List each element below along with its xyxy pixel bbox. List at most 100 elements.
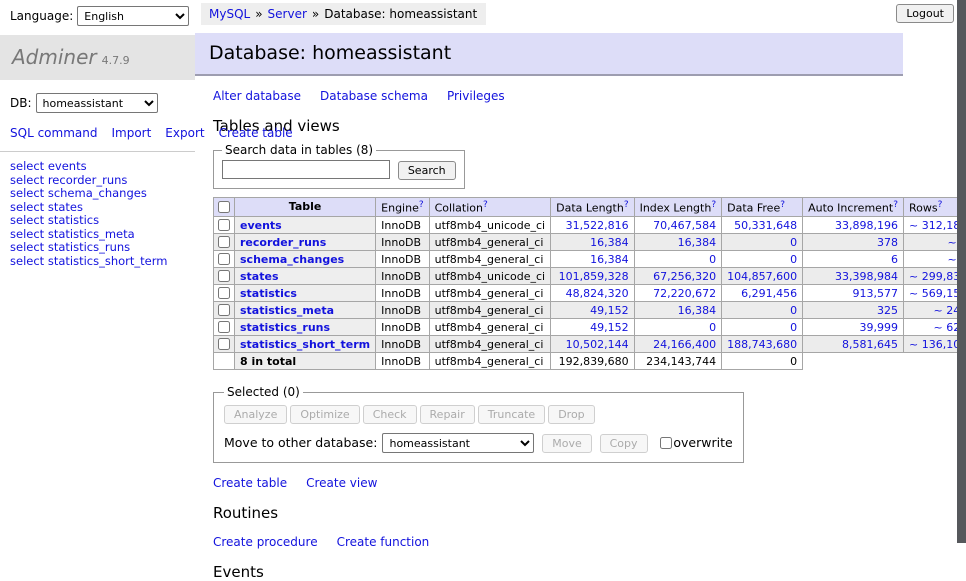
- search-button[interactable]: Search: [398, 161, 456, 180]
- data-free-link[interactable]: 104,857,600: [727, 270, 797, 283]
- table-name-link[interactable]: events: [240, 219, 282, 232]
- sidebar-item-recorder-runs[interactable]: select recorder_runs: [10, 174, 195, 188]
- copy-button[interactable]: Copy: [600, 434, 648, 453]
- privileges-link[interactable]: Privileges: [447, 89, 505, 103]
- index-length-link[interactable]: 16,384: [678, 304, 717, 317]
- index-length-link[interactable]: 0: [709, 321, 716, 334]
- index-length-link[interactable]: 72,220,672: [653, 287, 716, 300]
- data-length-link[interactable]: 101,859,328: [559, 270, 629, 283]
- table-name-link[interactable]: recorder_runs: [240, 236, 326, 249]
- table-name-link[interactable]: statistics_meta: [240, 304, 334, 317]
- index-length-link[interactable]: 0: [709, 253, 716, 266]
- breadcrumb-item-mysql[interactable]: MySQL: [209, 7, 250, 21]
- data-length-link[interactable]: 31,522,816: [566, 219, 629, 232]
- repair-button[interactable]: Repair: [420, 405, 475, 424]
- column-help-link[interactable]: ?: [711, 200, 716, 210]
- data-free-link[interactable]: 6,291,456: [741, 287, 797, 300]
- column-help-link[interactable]: ?: [893, 200, 898, 210]
- table-name-link[interactable]: schema_changes: [240, 253, 344, 266]
- row-checkbox-cell: [214, 268, 235, 285]
- row-checkbox[interactable]: [218, 338, 230, 350]
- data-length-link[interactable]: 16,384: [590, 236, 629, 249]
- select-all-checkbox[interactable]: [218, 201, 230, 213]
- row-checkbox[interactable]: [218, 287, 230, 299]
- data-length-link[interactable]: 48,824,320: [566, 287, 629, 300]
- auto-increment-link[interactable]: 39,999: [860, 321, 899, 334]
- sidebar-action-create-table[interactable]: Create table: [219, 126, 293, 140]
- engine-cell: InnoDB: [376, 302, 429, 319]
- logout-button[interactable]: Logout: [896, 4, 954, 23]
- sidebar-item-schema-changes[interactable]: select schema_changes: [10, 187, 195, 201]
- sidebar-item-statistics-short-term[interactable]: select statistics_short_term: [10, 255, 195, 269]
- analyze-button[interactable]: Analyze: [224, 405, 287, 424]
- optimize-button[interactable]: Optimize: [290, 405, 359, 424]
- database-schema-link[interactable]: Database schema: [320, 89, 428, 103]
- vertical-scrollbar[interactable]: [957, 0, 966, 543]
- sidebar-item-statistics[interactable]: select statistics: [10, 214, 195, 228]
- column-help-link[interactable]: ?: [780, 200, 785, 210]
- row-checkbox[interactable]: [218, 236, 230, 248]
- db-label: DB:: [10, 96, 32, 110]
- data-free-link[interactable]: 50,331,648: [734, 219, 797, 232]
- row-checkbox[interactable]: [218, 270, 230, 282]
- sidebar-action-import[interactable]: Import: [111, 126, 151, 140]
- index-length-link[interactable]: 67,256,320: [653, 270, 716, 283]
- sidebar-action-sql-command[interactable]: SQL command: [10, 126, 97, 140]
- index-length-link[interactable]: 16,384: [678, 236, 717, 249]
- data-free-link[interactable]: 0: [790, 304, 797, 317]
- overwrite-checkbox[interactable]: [660, 437, 672, 449]
- table-name-link[interactable]: statistics_short_term: [240, 338, 370, 351]
- breadcrumb-item-server[interactable]: Server: [268, 7, 307, 21]
- index-length-cell: 24,166,400: [634, 336, 722, 353]
- sidebar-item-statistics-meta[interactable]: select statistics_meta: [10, 228, 195, 242]
- engine-cell: InnoDB: [376, 217, 429, 234]
- truncate-button[interactable]: Truncate: [478, 405, 545, 424]
- create-procedure-link[interactable]: Create procedure: [213, 535, 318, 549]
- auto-increment-link[interactable]: 913,577: [853, 287, 899, 300]
- data-free-link[interactable]: 188,743,680: [727, 338, 797, 351]
- row-checkbox[interactable]: [218, 321, 230, 333]
- row-checkbox[interactable]: [218, 219, 230, 231]
- data-free-link[interactable]: 0: [790, 321, 797, 334]
- table-name-link[interactable]: states: [240, 270, 279, 283]
- auto-increment-link[interactable]: 325: [877, 304, 898, 317]
- move-button[interactable]: Move: [542, 434, 592, 453]
- auto-increment-link[interactable]: 33,898,196: [835, 219, 898, 232]
- row-checkbox[interactable]: [218, 304, 230, 316]
- table-name-link[interactable]: statistics: [240, 287, 297, 300]
- table-row-events: eventsInnoDButf8mb4_unicode_ci31,522,816…: [214, 217, 966, 234]
- create-table-link[interactable]: Create table: [213, 476, 287, 490]
- index-length-link[interactable]: 24,166,400: [653, 338, 716, 351]
- sidebar-item-events[interactable]: select events: [10, 160, 195, 174]
- table-name-link[interactable]: statistics_runs: [240, 321, 330, 334]
- data-free-link[interactable]: 0: [790, 236, 797, 249]
- auto-increment-link[interactable]: 33,398,984: [835, 270, 898, 283]
- column-help-link[interactable]: ?: [624, 200, 629, 210]
- data-length-link[interactable]: 10,502,144: [566, 338, 629, 351]
- data-free-link[interactable]: 0: [790, 253, 797, 266]
- sidebar-item-statistics-runs[interactable]: select statistics_runs: [10, 241, 195, 255]
- auto-increment-link[interactable]: 8,581,645: [842, 338, 898, 351]
- column-help-link[interactable]: ?: [938, 200, 943, 210]
- db-select[interactable]: homeassistant: [36, 93, 158, 113]
- column-help-link[interactable]: ?: [483, 200, 488, 210]
- alter-database-link[interactable]: Alter database: [213, 89, 301, 103]
- data-length-link[interactable]: 16,384: [590, 253, 629, 266]
- index-length-link[interactable]: 70,467,584: [653, 219, 716, 232]
- search-input[interactable]: [222, 160, 390, 179]
- language-select[interactable]: English: [77, 6, 189, 26]
- row-checkbox[interactable]: [218, 253, 230, 265]
- auto-increment-link[interactable]: 6: [891, 253, 898, 266]
- sidebar-action-export[interactable]: Export: [165, 126, 204, 140]
- column-help-link[interactable]: ?: [419, 200, 424, 210]
- data-length-link[interactable]: 49,152: [590, 304, 629, 317]
- data-length-link[interactable]: 49,152: [590, 321, 629, 334]
- drop-button[interactable]: Drop: [548, 405, 594, 424]
- sidebar-item-states[interactable]: select states: [10, 201, 195, 215]
- check-button[interactable]: Check: [363, 405, 417, 424]
- move-database-select[interactable]: homeassistant: [382, 433, 534, 453]
- create-function-link[interactable]: Create function: [337, 535, 430, 549]
- data-free-cell: 0: [722, 302, 803, 319]
- create-view-link[interactable]: Create view: [306, 476, 377, 490]
- auto-increment-link[interactable]: 378: [877, 236, 898, 249]
